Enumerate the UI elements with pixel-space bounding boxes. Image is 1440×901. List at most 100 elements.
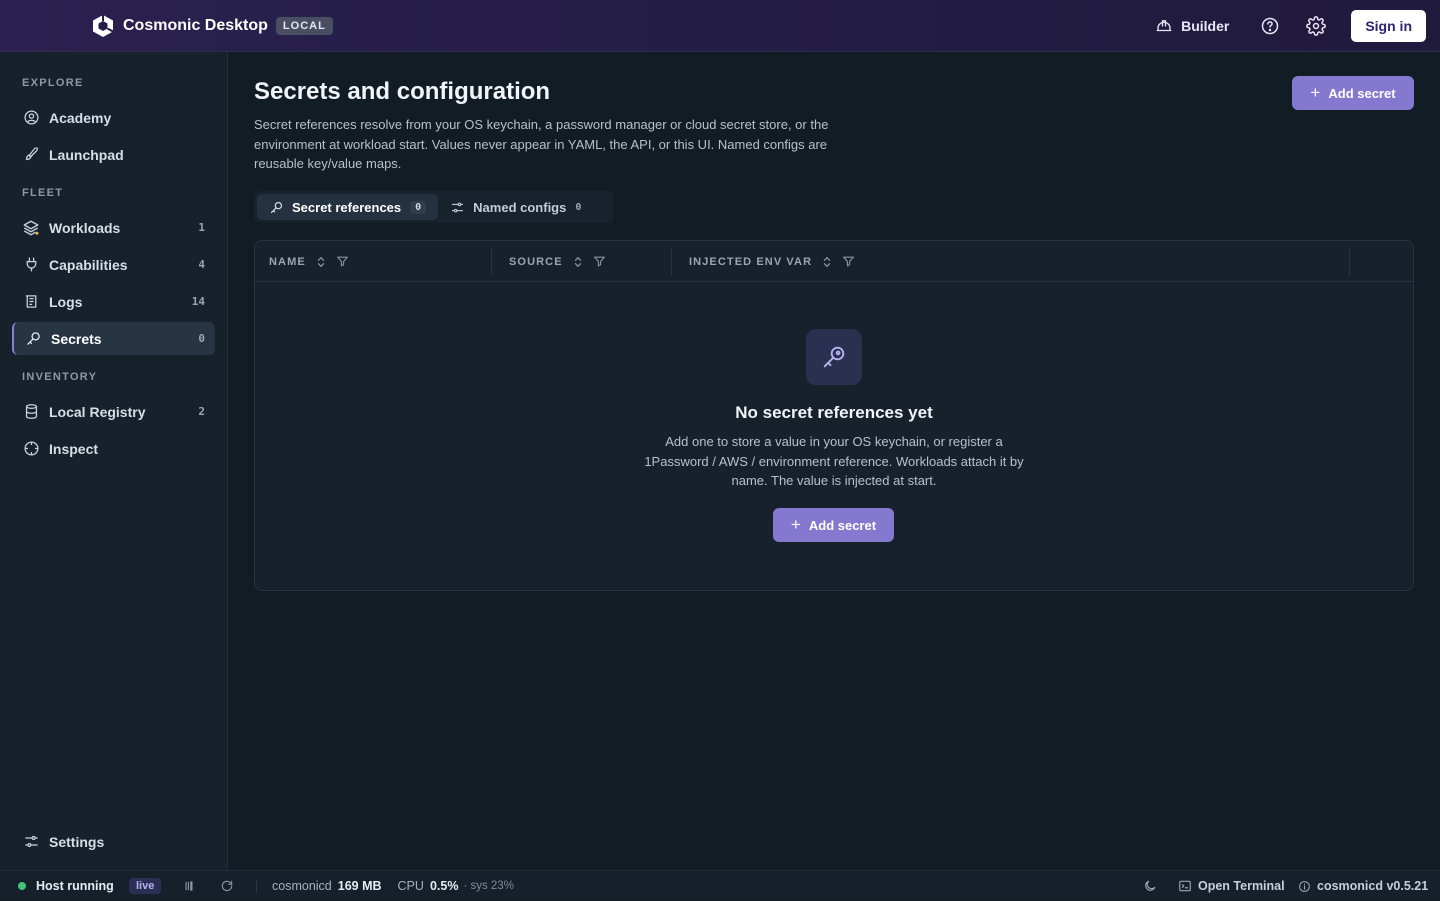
filter-icon[interactable]: [336, 255, 349, 268]
builder-label: Builder: [1181, 18, 1230, 34]
rocket-icon: [22, 146, 40, 164]
version-info[interactable]: cosmonicd v0.5.21: [1298, 871, 1428, 901]
add-secret-label: Add secret: [1328, 85, 1396, 101]
live-badge: live: [129, 878, 162, 894]
column-divider[interactable]: [671, 247, 672, 276]
open-terminal-label: Open Terminal: [1198, 879, 1285, 893]
top-bar: Cosmonic Desktop LOCAL Builder Sign in: [0, 0, 1440, 52]
app-name: Cosmonic Desktop: [123, 17, 268, 34]
plus-icon: +: [790, 515, 801, 534]
memory-value: 169 MB: [337, 879, 382, 893]
sidebar-item-label: Workloads: [49, 219, 121, 236]
tab-label: Named configs: [473, 199, 567, 215]
sort-icon[interactable]: [822, 256, 832, 268]
sort-icon[interactable]: [316, 256, 326, 268]
section-heading-fleet: FLEET: [22, 187, 64, 199]
builder-button[interactable]: Builder: [1155, 17, 1229, 35]
refresh-icon: [221, 880, 233, 892]
status-divider: [256, 879, 257, 893]
column-header-name[interactable]: NAME: [269, 241, 349, 282]
column-divider[interactable]: [1349, 247, 1350, 276]
sidebar-item-academy[interactable]: Academy: [12, 101, 215, 134]
inspect-icon: [22, 440, 40, 458]
sign-in-button[interactable]: Sign in: [1351, 10, 1426, 42]
info-icon: [1299, 880, 1310, 892]
refresh-button[interactable]: [220, 871, 234, 901]
cpu-label: CPU: [397, 879, 424, 893]
tab-named-configs[interactable]: Named configs 0: [438, 194, 593, 220]
sidebar-item-count: 0: [198, 332, 205, 345]
key-icon: [24, 330, 42, 348]
help-icon: [1262, 17, 1279, 35]
host-status: Host running: [18, 871, 114, 901]
process-stats: cosmonicd 169 MB CPU 0.5% · sys 23%: [272, 871, 514, 901]
plus-icon: +: [1310, 83, 1321, 102]
sidebar-item-label: Local Registry: [49, 403, 146, 420]
sys-value: · sys 23%: [463, 880, 514, 892]
sidebar-item-settings[interactable]: Settings: [12, 825, 215, 858]
environment-badge: LOCAL: [275, 17, 333, 35]
sidebar-item-label: Academy: [49, 109, 112, 126]
sidebar-item-label: Inspect: [49, 440, 99, 457]
column-divider[interactable]: [491, 247, 492, 276]
main-content: Secrets and configuration Secret referen…: [229, 52, 1440, 870]
pause-icon: [185, 881, 193, 891]
sidebar-item-logs[interactable]: Logs 14: [12, 285, 215, 318]
host-status-label: Host running: [36, 879, 114, 893]
database-icon: [22, 403, 40, 421]
plug-icon: [22, 256, 40, 274]
sidebar-item-label: Capabilities: [49, 256, 128, 273]
empty-state-description: Add one to store a value in your OS keyc…: [644, 434, 1024, 488]
sidebar-item-count: 1: [198, 221, 205, 234]
sidebar-item-launchpad[interactable]: Launchpad: [12, 138, 215, 171]
cosmonic-logo-icon: [93, 15, 114, 37]
tab-bar: Secret references 0 Named configs 0: [254, 191, 614, 223]
process-name: cosmonicd: [272, 879, 332, 893]
column-header-injected-env-var[interactable]: INJECTED ENV VAR: [689, 241, 855, 282]
sidebar-item-label: Secrets: [51, 330, 102, 347]
column-header-source[interactable]: SOURCE: [509, 241, 606, 282]
empty-state-key-icon: [806, 329, 862, 385]
sidebar-item-count: 4: [198, 258, 205, 271]
section-heading-inventory: INVENTORY: [22, 371, 98, 383]
live-badge-wrap: live: [129, 871, 162, 901]
brand[interactable]: Cosmonic Desktop LOCAL: [91, 14, 333, 38]
add-secret-button[interactable]: + Add secret: [1292, 76, 1414, 110]
tab-secret-references[interactable]: Secret references 0: [257, 194, 439, 220]
key-icon: [270, 201, 283, 213]
page-title: Secrets and configuration: [254, 78, 551, 105]
empty-state-add-secret-button[interactable]: + Add secret: [773, 508, 894, 542]
sliders-icon: [22, 833, 40, 851]
logs-icon: [22, 293, 40, 311]
sidebar-item-label: Launchpad: [49, 146, 124, 163]
table-header: NAME SOURCE INJECTED ENV VAR: [255, 241, 1413, 282]
moon-icon: [1145, 880, 1156, 891]
sidebar-item-secrets[interactable]: Secrets 0: [12, 322, 215, 355]
terminal-icon: [1179, 880, 1191, 892]
sidebar-item-inspect[interactable]: Inspect: [12, 432, 215, 465]
gear-icon: [1306, 16, 1327, 36]
sidebar-item-workloads[interactable]: Workloads 1: [12, 211, 215, 244]
theme-toggle[interactable]: [1143, 871, 1157, 901]
status-bar: Host running live cosmonicd 169 MB CPU 0…: [0, 870, 1440, 900]
sidebar: EXPLORE Academy Launchpad FLEET Workload…: [0, 52, 228, 870]
sidebar-item-label: Logs: [49, 293, 83, 310]
help-button[interactable]: [1259, 15, 1281, 37]
tab-count: 0: [575, 201, 582, 213]
page-description: Secret references resolve from your OS k…: [254, 117, 829, 171]
cpu-value: 0.5%: [429, 879, 459, 893]
sort-icon[interactable]: [573, 256, 583, 268]
version-label: cosmonicd v0.5.21: [1317, 879, 1429, 893]
pause-button[interactable]: [182, 871, 196, 901]
sidebar-item-local-registry[interactable]: Local Registry 2: [12, 395, 215, 428]
open-terminal-button[interactable]: Open Terminal: [1178, 871, 1285, 901]
tab-count: 0: [410, 200, 427, 214]
status-dot: [18, 882, 26, 890]
filter-icon[interactable]: [593, 255, 606, 268]
settings-button[interactable]: [1305, 15, 1327, 37]
sliders-icon: [452, 202, 464, 212]
sidebar-item-capabilities[interactable]: Capabilities 4: [12, 248, 215, 281]
layers-icon: [22, 219, 40, 237]
hard-hat-icon: [1156, 20, 1172, 32]
filter-icon[interactable]: [842, 255, 855, 268]
